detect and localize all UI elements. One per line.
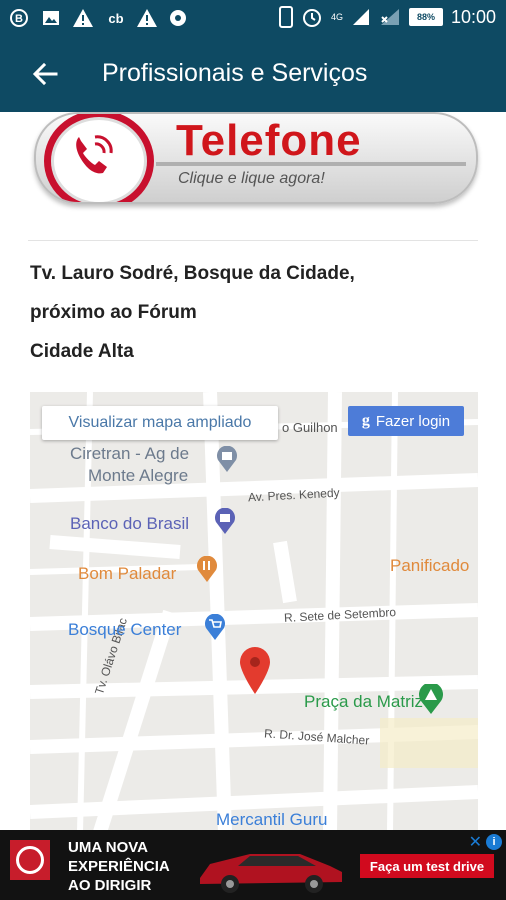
nissan-logo bbox=[10, 840, 50, 880]
back-arrow-icon[interactable] bbox=[30, 58, 62, 90]
page-title: Profissionais e Serviços bbox=[102, 59, 368, 87]
app-bar: Profissionais e Serviços bbox=[0, 36, 506, 112]
place-label[interactable]: Bosque Center bbox=[68, 620, 181, 640]
ai-icon bbox=[168, 7, 190, 29]
login-button[interactable]: g Fazer login bbox=[348, 406, 464, 436]
address-line: Cidade Alta bbox=[30, 341, 134, 362]
signal-icon bbox=[352, 9, 369, 25]
login-label: Fazer login bbox=[375, 412, 451, 430]
place-label[interactable]: Mercantil Guru bbox=[216, 810, 327, 830]
place-label[interactable]: Bom Paladar bbox=[78, 564, 176, 584]
signal-x-icon bbox=[380, 9, 399, 25]
google-g-icon: g bbox=[361, 412, 370, 429]
alarm-icon bbox=[302, 9, 321, 27]
shopping-cart-icon bbox=[205, 614, 225, 640]
status-bar: B cb 4G 88% 10:00 bbox=[0, 0, 506, 36]
location-pin-icon[interactable] bbox=[238, 646, 272, 694]
banner-title: Telefone bbox=[176, 116, 362, 165]
phone-icon bbox=[278, 6, 293, 28]
address-block: Tv. Lauro Sodré, Bosque da Cidade, próxi… bbox=[30, 254, 480, 371]
phone-call-icon bbox=[44, 114, 154, 202]
svg-text:B: B bbox=[15, 13, 23, 25]
ad-headline-line: EXPERIÊNCIA bbox=[68, 858, 170, 875]
system-icons: 4G 88% 10:00 bbox=[278, 6, 496, 28]
ad-close-icon[interactable]: ✕ bbox=[469, 832, 482, 852]
ad-headline-line: AO DIRIGIR bbox=[68, 877, 152, 894]
ad-info-icon[interactable]: i bbox=[486, 834, 502, 850]
image-icon bbox=[40, 7, 62, 29]
clock: 10:00 bbox=[450, 6, 496, 27]
content-area: Telefone Clique e lique agora! Tv. Lauro… bbox=[0, 112, 506, 830]
battery-level: 88% bbox=[416, 12, 435, 22]
embedded-map[interactable]: Visualizar mapa ampliado g Fazer login o… bbox=[30, 392, 478, 830]
address-line: Tv. Lauro Sodré, Bosque da Cidade, bbox=[30, 263, 355, 284]
battery-icon: 88% bbox=[408, 8, 443, 26]
warning-icon bbox=[72, 7, 94, 29]
ad-headline: UMA NOVA EXPERIÊNCIA AO DIRIGIR bbox=[68, 838, 170, 895]
restaurant-icon bbox=[197, 556, 217, 582]
place-label[interactable]: Monte Alegre bbox=[88, 466, 188, 486]
ad-banner[interactable]: UMA NOVA EXPERIÊNCIA AO DIRIGIR Faça um … bbox=[0, 830, 506, 900]
view-larger-map-button[interactable]: Visualizar mapa ampliado bbox=[42, 406, 278, 440]
ad-headline-line: UMA NOVA bbox=[68, 839, 148, 856]
park-icon bbox=[419, 684, 443, 714]
place-label[interactable]: Praça da Matriz bbox=[304, 692, 423, 712]
address-line: próximo ao Fórum bbox=[30, 302, 197, 323]
place-label[interactable]: Ciretran - Ag de bbox=[70, 444, 189, 464]
b-icon: B bbox=[8, 7, 30, 29]
network-label: 4G bbox=[330, 12, 343, 22]
warning-icon bbox=[136, 7, 158, 29]
street-label: o Guilhon bbox=[282, 420, 338, 435]
bank-icon bbox=[215, 508, 235, 534]
government-building-icon bbox=[217, 446, 237, 472]
call-banner-button[interactable]: Telefone Clique e lique agora! bbox=[34, 112, 478, 204]
notification-icons: B cb bbox=[8, 7, 190, 29]
test-drive-button[interactable]: Faça um test drive bbox=[360, 854, 494, 878]
banner-subtitle: Clique e lique agora! bbox=[178, 170, 325, 187]
car-image bbox=[200, 854, 342, 893]
section-divider bbox=[28, 240, 478, 241]
place-label[interactable]: Banco do Brasil bbox=[70, 514, 189, 534]
svg-text:cb: cb bbox=[108, 11, 123, 26]
place-label[interactable]: Panificado bbox=[390, 556, 469, 576]
banner-divider bbox=[156, 162, 466, 166]
cb-icon: cb bbox=[104, 7, 126, 29]
